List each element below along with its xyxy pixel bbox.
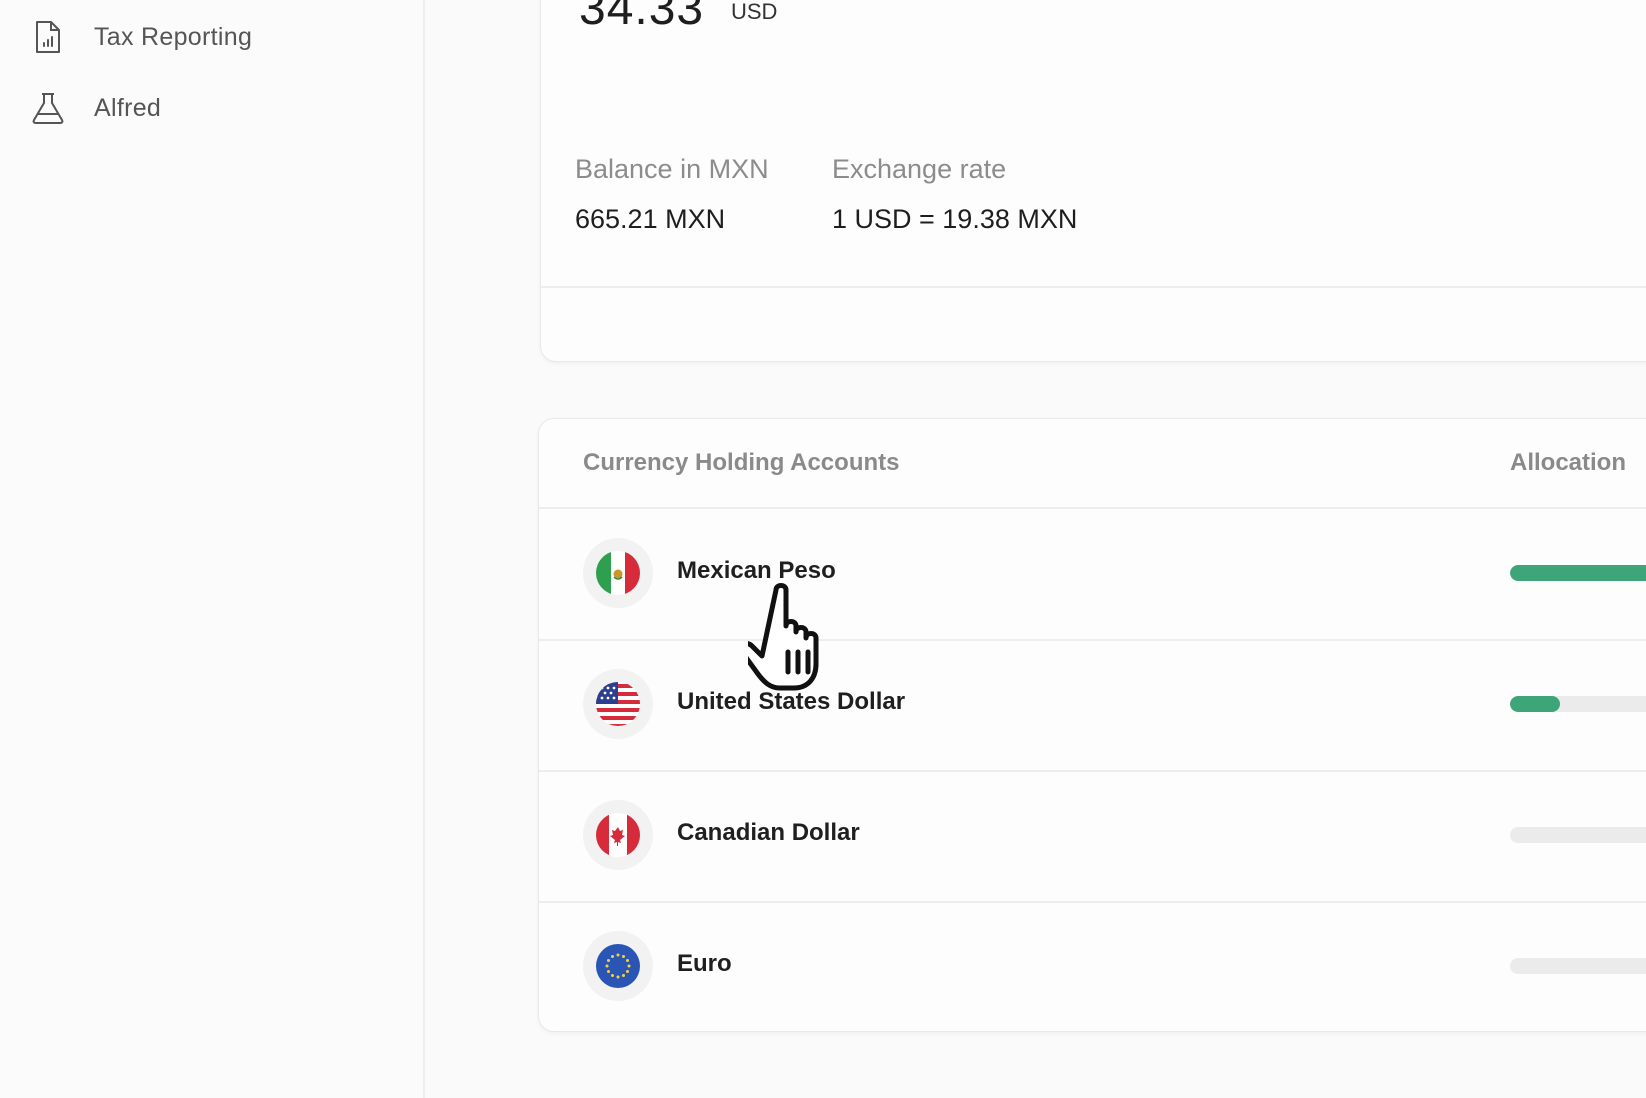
allocation-bar	[1510, 958, 1646, 974]
document-chart-icon	[30, 19, 66, 55]
currency-name: United States Dollar	[677, 688, 906, 715]
flag-wrapper	[583, 931, 653, 1001]
currency-row-usd[interactable]: United States Dollar	[539, 639, 1646, 772]
holdings-title: Currency Holding Accounts	[583, 449, 900, 476]
allocation-bar	[1510, 696, 1646, 712]
allocation-bar-fill	[1510, 565, 1646, 581]
allocation-bar	[1510, 565, 1646, 581]
currency-name: Canadian Dollar	[677, 819, 860, 846]
flask-icon	[30, 90, 66, 126]
exchange-rate-label: Exchange rate	[832, 154, 1007, 184]
currency-holdings-card: Currency Holding Accounts Allocation Mex…	[538, 418, 1646, 1032]
eu-flag-icon	[596, 944, 640, 988]
balance-currency: USD	[731, 0, 778, 24]
balance-card: 34.33 USD Balance in MXN 665.21 MXN Exch…	[540, 0, 1646, 362]
divider	[541, 286, 1646, 288]
currency-name: Euro	[677, 950, 732, 977]
allocation-bar-fill	[1510, 696, 1560, 712]
currency-name: Mexican Peso	[677, 557, 836, 584]
currency-row-cad[interactable]: Canadian Dollar	[539, 770, 1646, 903]
sidebar-item-label: Alfred	[94, 93, 162, 122]
currency-row-mxn[interactable]: Mexican Peso	[539, 508, 1646, 641]
flag-wrapper	[583, 538, 653, 608]
holdings-header: Currency Holding Accounts Allocation	[539, 419, 1646, 509]
sidebar: Tax Reporting Alfred	[0, 0, 425, 1098]
balance-amount: 34.33	[579, 0, 705, 35]
flag-wrapper	[583, 800, 653, 870]
flag-wrapper	[583, 669, 653, 739]
sidebar-item-tax-reporting[interactable]: Tax Reporting	[30, 17, 252, 57]
allocation-bar	[1510, 827, 1646, 843]
sidebar-item-label: Tax Reporting	[94, 22, 253, 51]
allocation-header: Allocation	[1510, 449, 1627, 476]
currency-row-eur[interactable]: Euro	[539, 901, 1646, 1032]
sidebar-item-alfred[interactable]: Alfred	[30, 88, 161, 128]
exchange-rate-value: 1 USD = 19.38 MXN	[832, 204, 1078, 234]
balance-mxn-label: Balance in MXN	[575, 154, 769, 184]
mexico-flag-icon	[596, 551, 640, 595]
canada-flag-icon	[596, 813, 640, 857]
us-flag-icon	[596, 682, 640, 726]
balance-mxn-value: 665.21 MXN	[575, 204, 726, 234]
